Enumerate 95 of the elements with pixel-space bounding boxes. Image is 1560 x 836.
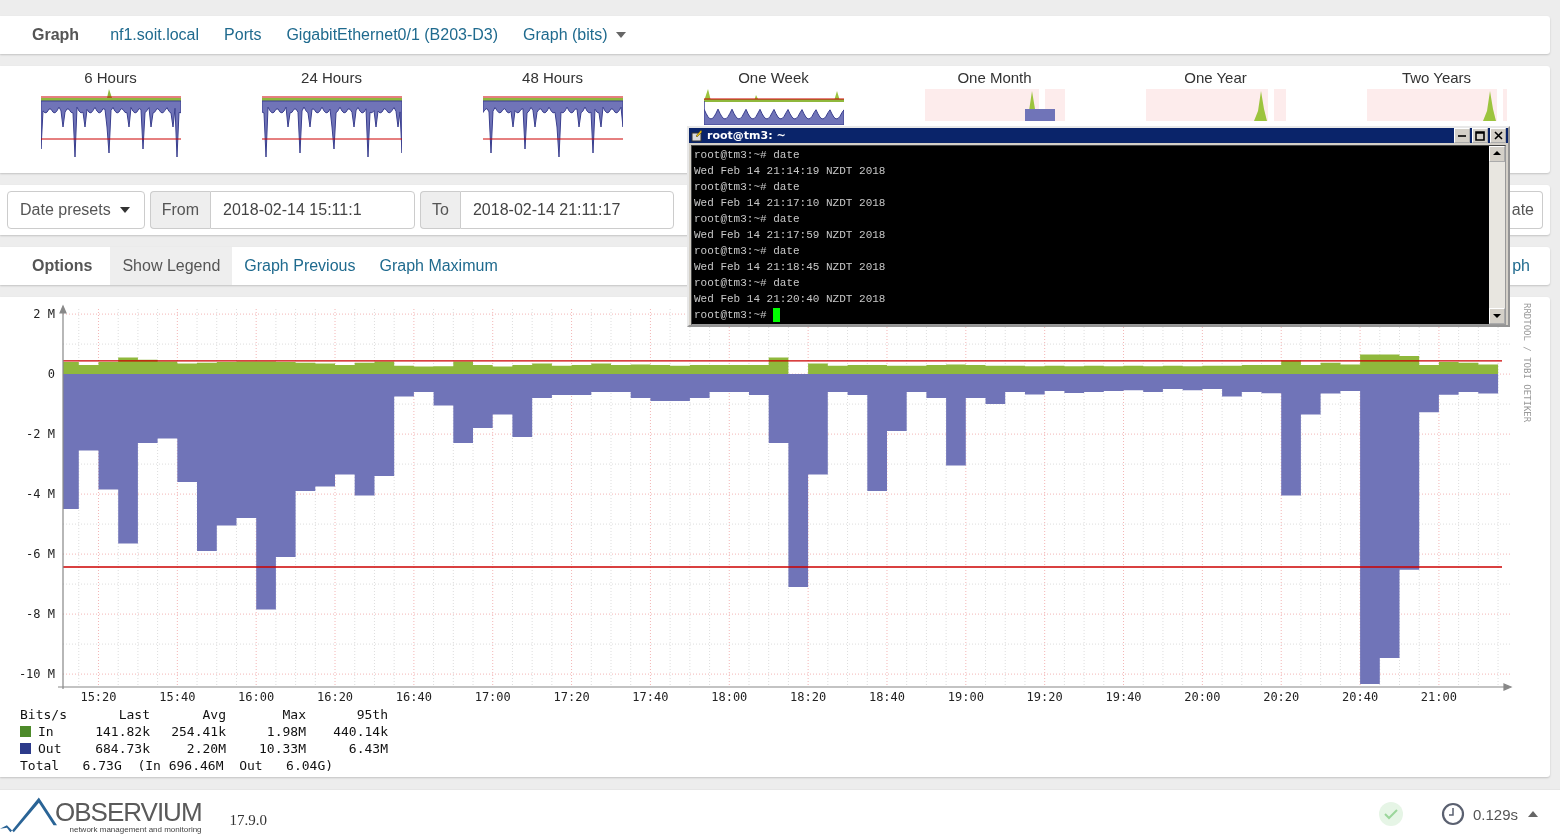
breadcrumb-link[interactable]: Ports [224, 26, 262, 44]
period-link[interactable]: 48 Hours [522, 69, 583, 86]
axis-label: 20:40 [1342, 690, 1379, 704]
axis-label: -8 M [26, 607, 55, 622]
axis-label: 18:40 [868, 690, 906, 704]
legend-header: 95th [355, 706, 388, 723]
axis-label: 17:40 [632, 690, 669, 704]
option-tab[interactable]: Show Legend [110, 247, 233, 285]
close-icon [1493, 131, 1503, 140]
option-tab[interactable]: Graph Previous [232, 247, 368, 285]
axis-label: 15:40 [159, 690, 196, 704]
axis-label: 0 [47, 367, 55, 382]
from-label: From [149, 191, 211, 229]
axis-label: 15:20 [80, 690, 117, 704]
terminal-line: Wed Feb 14 21:20:40 NZDT 2018 [694, 292, 887, 307]
scrollbar[interactable] [1489, 146, 1505, 324]
terminal-line: root@tm3:~# date [694, 276, 801, 291]
period-link[interactable]: Two Years [1401, 69, 1472, 86]
axis-label: -10 M [18, 667, 55, 682]
to-label: To [420, 191, 460, 229]
legend-value: 1.98M [265, 723, 306, 740]
legend-value: 440.14k [332, 723, 388, 740]
legend-total: Total 6.73G (In 696.46M Out 6.04G) [19, 757, 335, 774]
period-link[interactable]: One Year [1184, 69, 1247, 86]
breadcrumb-link[interactable]: nf1.soit.local [110, 26, 200, 44]
page-title: Graph [32, 26, 80, 44]
axis-label: 20:00 [1184, 690, 1221, 704]
period-link[interactable]: One Month [957, 69, 1032, 86]
brand-name: OBSERVIUM [55, 799, 202, 825]
from-field[interactable]: 2018-02-14 15:11:1 [210, 191, 416, 229]
terminal-icon [691, 129, 703, 142]
axis-label: 21:00 [1420, 690, 1457, 704]
version-number: 17.9.0 [229, 811, 268, 829]
credit-text: RRDTOOL / TOBI OETIKER [1522, 303, 1532, 423]
terminal-line: root@tm3:~# date [694, 180, 801, 195]
axis-label: 18:20 [790, 690, 827, 704]
close-button[interactable] [1490, 128, 1506, 143]
date-presets-button[interactable]: Date presets [7, 191, 145, 229]
axis-label: -2 M [26, 427, 55, 442]
legend-header: Max [281, 706, 306, 723]
minimize-button[interactable] [1454, 128, 1470, 143]
maximize-icon [1475, 130, 1485, 141]
axis-label: 19:40 [1105, 690, 1142, 704]
legend-value: 254.41k [170, 723, 226, 740]
axis-label: 18:00 [711, 690, 748, 704]
axis-label: 19:00 [947, 690, 984, 704]
options-title: Options [32, 256, 93, 276]
axis-label: 17:00 [474, 690, 511, 704]
scroll-down-button[interactable] [1489, 308, 1505, 324]
legend-header: Bits/s [20, 706, 68, 723]
legend-value: 6.43M [347, 740, 388, 757]
axis-label: 16:20 [316, 690, 354, 704]
period-link[interactable]: One Week [738, 69, 809, 86]
tagline: network management and monitoring [69, 825, 202, 834]
axis-label: -6 M [26, 547, 55, 562]
axis-label: 16:00 [238, 690, 275, 704]
period-link[interactable]: 24 Hours [301, 69, 362, 86]
legend-header: Avg [201, 706, 226, 723]
option-link[interactable]: ph [1512, 247, 1530, 285]
scroll-up-button[interactable] [1489, 146, 1505, 162]
action-button[interactable]: ate [1509, 191, 1543, 229]
period-link[interactable]: 6 Hours [84, 69, 137, 86]
legend-label: Out [38, 740, 62, 757]
terminal-line: root@tm3:~# date [694, 244, 801, 259]
terminal-line: Wed Feb 14 21:17:59 NZDT 2018 [694, 228, 887, 243]
axis-label: 19:20 [1026, 690, 1063, 704]
legend-header: Last [117, 706, 150, 723]
legend-value: 10.33M [258, 740, 306, 757]
legend-value: 141.82k [94, 723, 150, 740]
axis-label: 16:40 [395, 690, 432, 704]
maximize-button[interactable] [1472, 128, 1488, 143]
legend-value: 684.73k [94, 740, 150, 757]
minimize-icon [1458, 134, 1466, 137]
terminal-line: root@tm3:~# date [694, 212, 801, 227]
legend-value: 2.20M [185, 740, 226, 757]
axis-label: 2 M [33, 307, 55, 322]
caret-icon [1528, 811, 1538, 817]
check-icon [1378, 802, 1403, 826]
breadcrumb-link[interactable]: GigabitEthernet0/1 (B203-D3) [286, 26, 499, 44]
terminal-line: Wed Feb 14 21:17:10 NZDT 2018 [694, 196, 887, 211]
axis-label: 20:20 [1263, 690, 1300, 704]
terminal-line: root@tm3:~# date [694, 148, 801, 163]
axis-label: 17:20 [553, 690, 590, 704]
timing-text: 0.129s [1472, 805, 1518, 823]
to-field[interactable]: 2018-02-14 21:11:17 [459, 191, 674, 229]
terminal-line: Wed Feb 14 21:18:45 NZDT 2018 [694, 260, 887, 275]
clock-icon [1440, 802, 1465, 826]
legend-label: In [38, 723, 54, 740]
window-title: root@tm3: ~ [707, 129, 786, 142]
axis-label: -4 M [26, 487, 55, 502]
terminal-line: Wed Feb 14 21:14:19 NZDT 2018 [694, 164, 887, 179]
option-tab[interactable]: Graph Maximum [367, 247, 510, 285]
caret-icon [119, 207, 130, 213]
breadcrumb-link[interactable]: Graph (bits) [523, 26, 626, 44]
terminal-line: root@tm3:~# [694, 308, 767, 323]
